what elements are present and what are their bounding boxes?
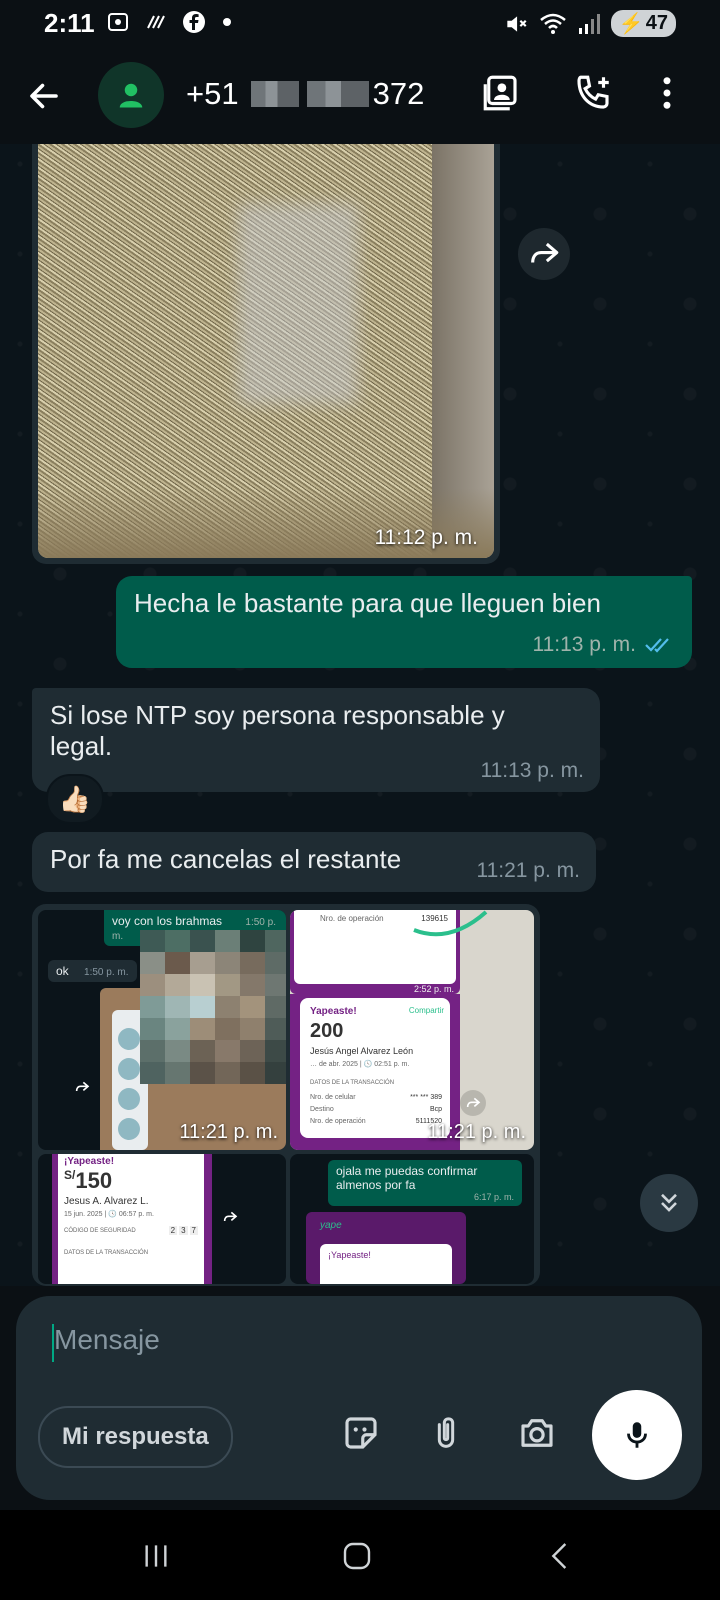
incoming-message[interactable]: Si lose NTP soy persona responsable y le… — [32, 688, 600, 792]
contact-name[interactable]: +51 372 — [186, 76, 424, 112]
message-time: 11:21 p. m. — [476, 859, 580, 882]
avatar[interactable] — [98, 62, 164, 128]
chat-header: +51 372 — [0, 48, 720, 144]
chat-area[interactable]: 11:12 p. m. Hecha le bastante para que l… — [0, 144, 720, 1286]
signal-icon — [578, 13, 600, 34]
charging-icon: ⚡ — [618, 13, 644, 35]
forward-icon — [466, 1097, 481, 1108]
scroll-down-button[interactable] — [640, 1174, 698, 1232]
status-time: 2:11 — [44, 8, 95, 38]
message-composer: Mensaje Mi respuesta — [16, 1296, 702, 1500]
outgoing-message[interactable]: Hecha le bastante para que lleguen bien … — [116, 576, 692, 668]
message-time: 11:13 p. m. — [532, 633, 636, 656]
more-vert-icon[interactable] — [646, 72, 688, 114]
forward-icon — [223, 1211, 238, 1222]
tile-time: 11:21 p. m. — [179, 1121, 278, 1143]
thumbs-up-icon: 👍🏻 — [58, 783, 92, 814]
camera-icon[interactable] — [516, 1412, 558, 1454]
recents-icon[interactable] — [140, 1540, 172, 1572]
album-tile[interactable]: voy con los brahmas 1:50 p. m. ok 1:50 p… — [38, 910, 286, 1150]
system-nav-bar — [0, 1510, 720, 1600]
contact-card-icon[interactable] — [480, 72, 522, 114]
reaction-badge[interactable]: 👍🏻 — [46, 774, 104, 824]
image-message[interactable]: 11:12 p. m. — [32, 144, 500, 564]
album-tile[interactable]: ¡Yapeaste! S/150 Jesus A. Alvarez L. 15 … — [38, 1154, 286, 1284]
home-icon[interactable] — [340, 1540, 374, 1572]
message-time: 11:13 p. m. — [480, 759, 584, 782]
person-icon — [119, 83, 143, 108]
mute-icon — [507, 15, 527, 32]
forward-icon — [531, 242, 559, 263]
rice-photo[interactable] — [38, 144, 494, 558]
pixelated-area — [140, 930, 286, 1084]
album-tile[interactable]: Nro. de operación 139615 2:52 p. m. Yape… — [290, 910, 534, 1150]
add-call-icon[interactable] — [572, 72, 614, 114]
suggestion-chip[interactable]: Mi respuesta — [38, 1406, 233, 1468]
message-time: 11:12 p. m. — [374, 526, 478, 549]
attach-icon[interactable] — [426, 1412, 466, 1454]
dot-icon — [223, 18, 231, 26]
facebook-icon — [183, 11, 205, 33]
incoming-message[interactable]: Por fa me cancelas el restante 11:21 p. … — [32, 832, 596, 892]
message-input[interactable]: Mensaje — [54, 1324, 160, 1356]
screenshot-icon — [108, 13, 128, 31]
image-album[interactable]: voy con los brahmas 1:50 p. m. ok 1:50 p… — [32, 904, 540, 1286]
mic-button[interactable] — [592, 1390, 682, 1480]
message-text: Si lose NTP soy persona responsable y le… — [50, 700, 505, 761]
back-nav-icon[interactable] — [544, 1540, 576, 1572]
mic-icon — [627, 1422, 647, 1448]
redacted-block — [306, 81, 369, 107]
signal-slash-icon — [147, 15, 165, 29]
status-bar: 2:11 ⚡ 47 — [0, 0, 720, 48]
tile-time: 11:21 p. m. — [427, 1121, 526, 1143]
redacted-block — [250, 81, 299, 107]
forward-icon — [75, 1081, 90, 1092]
sticker-icon[interactable] — [340, 1412, 382, 1454]
wifi-icon — [540, 13, 566, 34]
forward-button[interactable] — [518, 228, 570, 280]
scroll-down-icon — [661, 1193, 677, 1212]
album-tile[interactable]: ojala me puedas confirmar almenos por fa… — [290, 1154, 534, 1284]
battery-indicator: ⚡ 47 — [610, 10, 676, 37]
double-check-icon — [645, 637, 669, 653]
message-text: Hecha le bastante para que lleguen bien — [134, 588, 601, 618]
back-arrow-icon[interactable] — [26, 78, 62, 114]
